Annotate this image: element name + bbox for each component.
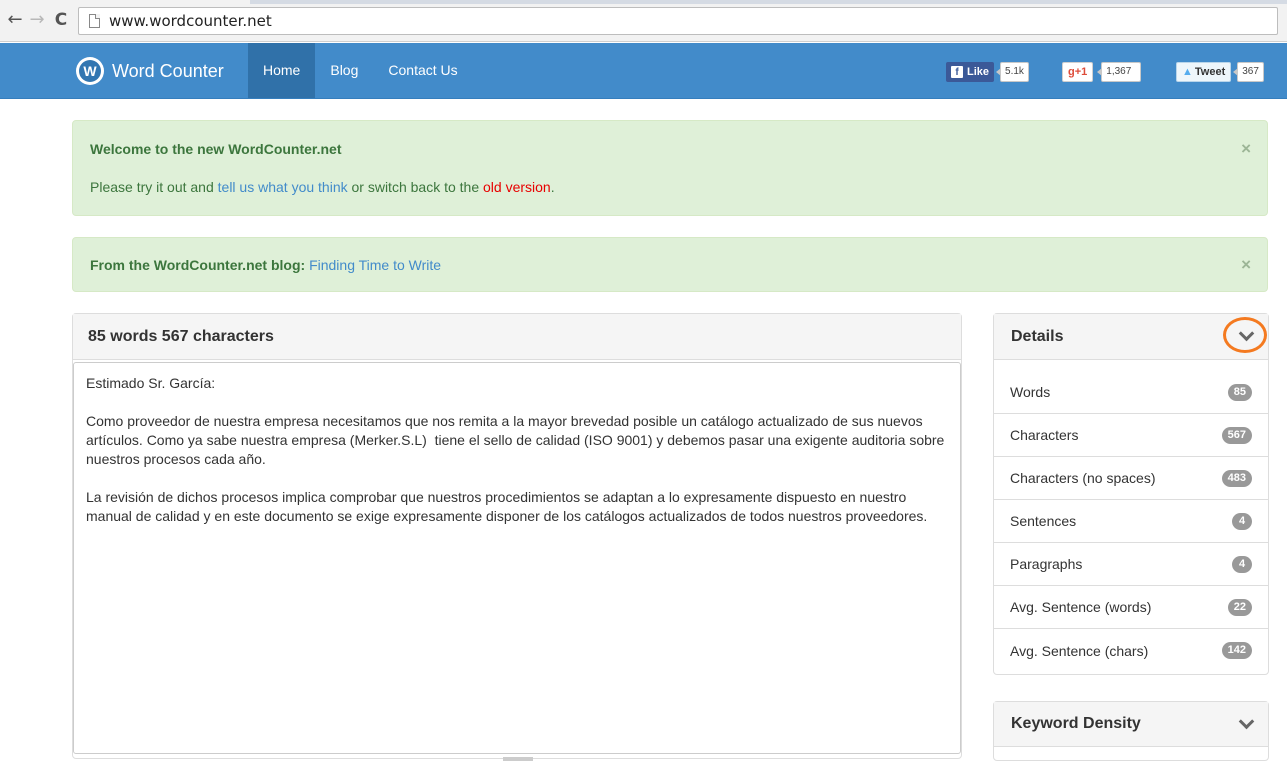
page-icon [89, 14, 100, 28]
blog-post-link[interactable]: Finding Time to Write [309, 257, 441, 273]
list-item: Characters 567 [994, 414, 1268, 457]
stat-badge: 85 [1227, 383, 1252, 401]
welcome-prefix: Please try it out and [90, 179, 218, 195]
logo-letter: W [79, 60, 101, 82]
stat-label: Sentences [1010, 513, 1077, 529]
nav-home[interactable]: Home [248, 43, 316, 98]
keyword-density-header[interactable]: Keyword Density [994, 702, 1268, 746]
stat-badge: 567 [1221, 426, 1252, 444]
url-text[interactable]: www.wordcounter.net [109, 12, 272, 30]
brand-link[interactable]: W Word Counter [76, 56, 224, 86]
site-navbar: W Word Counter Home Blog Contact Us f Li… [0, 43, 1287, 99]
stat-badge: 4 [1232, 512, 1252, 530]
stat-badge: 142 [1221, 642, 1252, 659]
blog-alert-heading: From the WordCounter.net blog: [90, 257, 306, 273]
facebook-like-widget: f Like 5.1k [946, 61, 1029, 83]
close-icon[interactable]: × [1241, 139, 1251, 159]
address-bar[interactable]: www.wordcounter.net [78, 7, 1278, 35]
facebook-like-button[interactable]: f Like [946, 62, 995, 82]
feedback-link[interactable]: tell us what you think [218, 179, 348, 195]
old-version-link[interactable]: old version [483, 179, 551, 195]
chevron-down-icon[interactable] [1238, 327, 1254, 343]
twitter-bird-icon: ▲ [1182, 66, 1193, 78]
stat-badge: 22 [1227, 598, 1252, 616]
stat-label: Words [1010, 384, 1051, 400]
blog-alert-text: From the WordCounter.net blog: Finding T… [90, 257, 441, 273]
welcome-alert-message: Please try it out and tell us what you t… [90, 179, 555, 195]
details-list: Words 85 Characters 567 Characters (no s… [994, 371, 1268, 672]
browser-toolbar: ← → C www.wordcounter.net [0, 0, 1287, 42]
facebook-icon: f [951, 66, 963, 78]
text-input-area[interactable]: Estimado Sr. García: Como proveedor de n… [73, 362, 961, 754]
stat-label: Paragraphs [1010, 556, 1083, 572]
nav-blog[interactable]: Blog [315, 43, 373, 98]
list-item: Sentences 4 [994, 500, 1268, 543]
stat-label: Avg. Sentence (chars) [1010, 642, 1149, 659]
nav-links: Home Blog Contact Us [248, 43, 473, 98]
google-plus-button[interactable]: g +1 [1062, 62, 1094, 82]
twitter-tweet-widget: ▲ Tweet 367 [1176, 61, 1264, 83]
close-icon[interactable]: × [1241, 255, 1251, 275]
reload-icon[interactable]: C [50, 9, 72, 31]
chevron-down-icon[interactable] [1238, 715, 1254, 731]
tweet-count: 367 [1233, 62, 1264, 82]
google-plus-label: +1 [1074, 66, 1088, 78]
keyword-density-title: Keyword Density [1011, 715, 1141, 732]
facebook-like-label: Like [967, 66, 990, 78]
list-item: Paragraphs 4 [994, 543, 1268, 586]
stat-label: Characters (no spaces) [1010, 470, 1156, 486]
tweet-button[interactable]: ▲ Tweet [1176, 62, 1232, 82]
google-plus-icon: g [1068, 66, 1075, 78]
forward-arrow-icon[interactable]: → [26, 9, 48, 31]
keyword-density-panel: Keyword Density [993, 701, 1269, 761]
facebook-like-count: 5.1k [996, 62, 1029, 82]
list-item: Words 85 [994, 371, 1268, 414]
google-plus-widget: g +1 1,367 [1062, 61, 1142, 83]
details-title: Details [1011, 328, 1064, 345]
stat-badge: 4 [1232, 555, 1252, 573]
tweet-label: Tweet [1194, 66, 1226, 78]
wordcounter-logo-icon: W [76, 57, 104, 85]
list-item: Avg. Sentence (words) 22 [994, 586, 1268, 629]
google-plus-count: 1,367 [1097, 62, 1142, 82]
list-item: Avg. Sentence (chars) 142 [994, 629, 1268, 672]
brand-name: Word Counter [112, 60, 224, 81]
welcome-alert: Welcome to the new WordCounter.net Pleas… [72, 120, 1268, 216]
welcome-suffix: . [550, 179, 555, 195]
details-header[interactable]: Details [994, 314, 1268, 360]
stat-label: Avg. Sentence (words) [1010, 599, 1152, 615]
stat-badge: 483 [1221, 469, 1252, 487]
tab-strip [250, 0, 1287, 4]
details-panel: Details Words 85 Characters 567 Characte… [993, 313, 1269, 675]
word-count-heading: 85 words 567 characters [73, 314, 961, 360]
text-panel: 85 words 567 characters Estimado Sr. Gar… [72, 313, 962, 761]
blog-alert: From the WordCounter.net blog: Finding T… [72, 237, 1268, 292]
nav-contact[interactable]: Contact Us [373, 43, 472, 98]
back-arrow-icon[interactable]: ← [4, 9, 26, 31]
welcome-alert-heading: Welcome to the new WordCounter.net [90, 141, 342, 157]
welcome-middle: or switch back to the [347, 179, 484, 195]
list-item: Characters (no spaces) 483 [994, 457, 1268, 500]
stat-label: Characters [1010, 427, 1079, 443]
